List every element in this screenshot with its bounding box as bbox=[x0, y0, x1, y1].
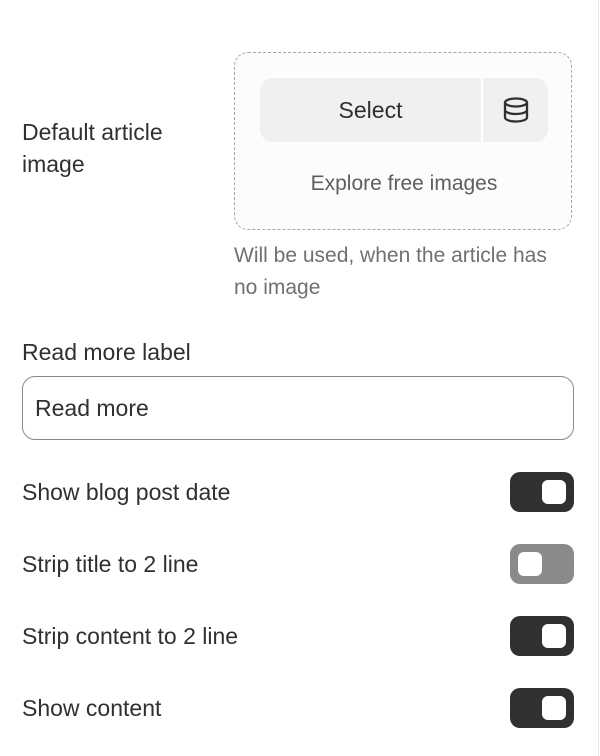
default-image-label: Default article image bbox=[22, 119, 163, 177]
database-icon bbox=[502, 96, 530, 124]
default-image-setting: Default article image Select Explore fre… bbox=[0, 0, 600, 310]
toggle-knob bbox=[518, 552, 542, 576]
toggle-row-strip-title: Strip title to 2 line bbox=[22, 544, 574, 584]
read-more-label: Read more label bbox=[22, 339, 191, 365]
strip-content-toggle[interactable] bbox=[510, 616, 574, 656]
toggle-knob bbox=[542, 696, 566, 720]
read-more-input[interactable] bbox=[22, 376, 574, 440]
toggle-row-show-content: Show content bbox=[22, 688, 574, 728]
toggle-knob bbox=[542, 480, 566, 504]
toggle-knob bbox=[542, 624, 566, 648]
image-picker-button-group: Select bbox=[260, 78, 548, 142]
explore-free-images-link[interactable]: Explore free images bbox=[235, 172, 573, 196]
toggle-label: Show content bbox=[22, 695, 162, 721]
image-library-button[interactable] bbox=[483, 78, 548, 142]
toggle-label: Show blog post date bbox=[22, 479, 231, 505]
toggle-label: Strip title to 2 line bbox=[22, 551, 199, 577]
toggle-row-show-blog-post-date: Show blog post date bbox=[22, 472, 574, 512]
strip-title-toggle[interactable] bbox=[510, 544, 574, 584]
show-blog-post-date-toggle[interactable] bbox=[510, 472, 574, 512]
select-image-button[interactable]: Select bbox=[260, 78, 481, 142]
default-image-help-text: Will be used, when the article has no im… bbox=[234, 244, 547, 299]
image-drop-zone[interactable]: Select Explore free images bbox=[234, 52, 572, 230]
toggle-label: Strip content to 2 line bbox=[22, 623, 239, 649]
show-content-toggle[interactable] bbox=[510, 688, 574, 728]
toggle-row-strip-content: Strip content to 2 line bbox=[22, 616, 574, 656]
